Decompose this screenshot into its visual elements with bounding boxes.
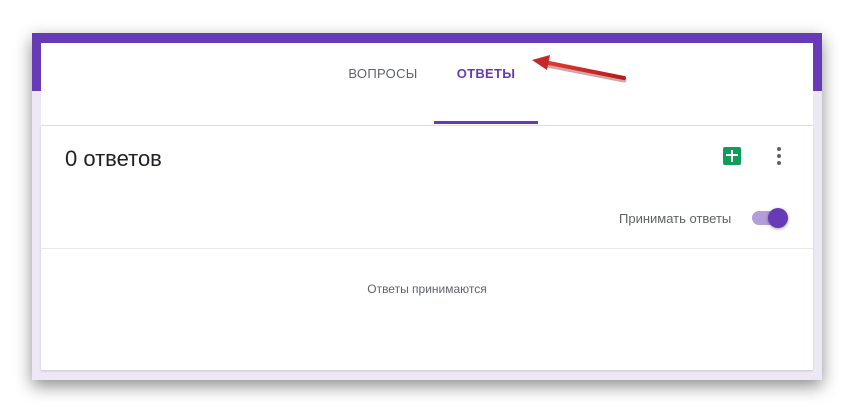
toggle-thumb	[768, 208, 788, 228]
accept-responses-label: Принимать ответы	[619, 211, 732, 226]
accepting-status-text: Ответы принимаются	[367, 282, 487, 296]
more-vertical-icon[interactable]	[772, 146, 786, 166]
active-tab-indicator	[434, 121, 538, 124]
tab-questions[interactable]: ВОПРОСЫ	[337, 61, 429, 101]
responses-count-title: 0 ответов	[65, 146, 162, 171]
forms-window: ВОПРОСЫ ОТВЕТЫ 0 ответов Принимать ответ…	[32, 33, 822, 380]
responses-card: 0 ответов Принимать ответы Ответы приним…	[41, 126, 813, 370]
accept-responses-toggle[interactable]	[752, 208, 788, 228]
google-sheets-icon[interactable]	[723, 147, 741, 165]
screenshot-stage: ВОПРОСЫ ОТВЕТЫ 0 ответов Принимать ответ…	[0, 0, 854, 414]
more-dot	[777, 154, 781, 158]
tab-bar: ВОПРОСЫ ОТВЕТЫ	[41, 43, 813, 126]
annotation-arrow-icon	[532, 55, 627, 83]
more-dot	[777, 147, 781, 151]
section-divider	[41, 248, 813, 249]
more-dot	[777, 161, 781, 165]
